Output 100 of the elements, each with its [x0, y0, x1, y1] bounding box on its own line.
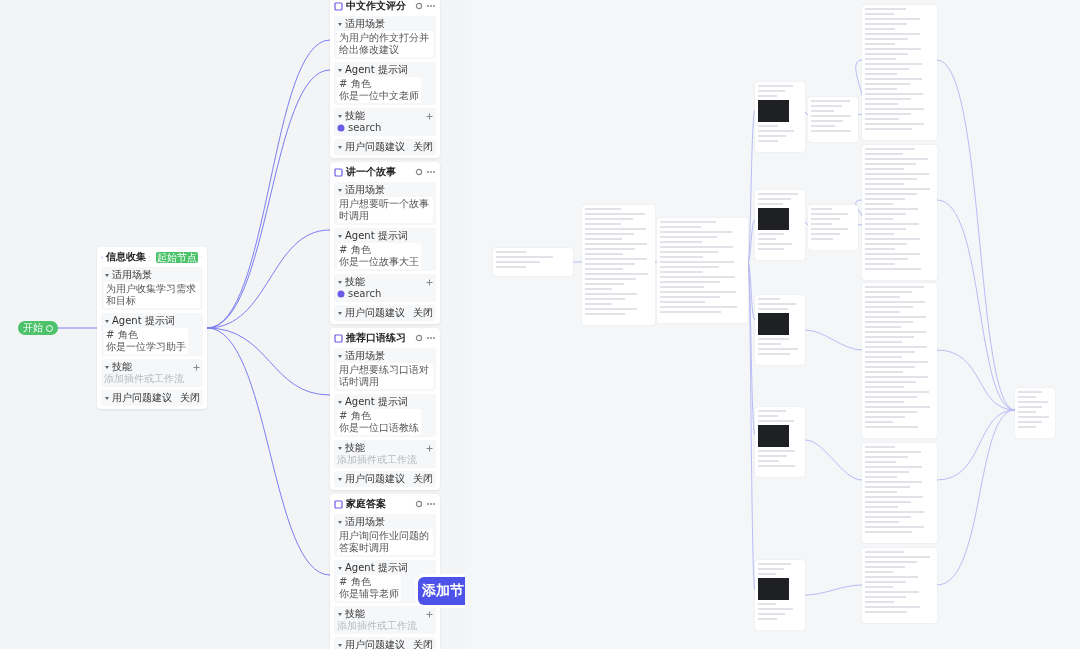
prompt-text: 你是一位故事大王	[339, 256, 419, 268]
node-thumbnail	[755, 295, 805, 365]
text-field[interactable]: 用户想要练习口语对话时调用	[337, 363, 433, 389]
text-field[interactable]: 用户想要听一个故事时调用	[337, 197, 433, 223]
settings-icon	[415, 2, 423, 10]
section-label: Agent 提示词	[345, 230, 408, 242]
section-label: Agent 提示词	[112, 315, 175, 327]
connector-line	[804, 111, 809, 116]
suggest-dropdown[interactable]: 关闭	[180, 392, 200, 404]
section-label: Agent 提示词	[345, 64, 408, 76]
node-title: 中文作文评分	[346, 0, 406, 12]
section-label: 技能	[345, 110, 365, 122]
caret-icon	[337, 233, 343, 239]
section-label: 用户问题建议	[345, 473, 405, 485]
node-title: 讲一个故事	[346, 166, 396, 178]
prompt-heading: # 角色	[339, 244, 372, 256]
text-field[interactable]: # 角色 你是一位故事大王	[337, 243, 421, 269]
text-field[interactable]: 为用户收集学习需求和目标	[104, 282, 200, 308]
settings-icon	[415, 168, 423, 176]
prompt-heading: # 角色	[106, 329, 139, 341]
more-icon	[426, 502, 436, 506]
add-node-button[interactable]: 添加节	[418, 577, 465, 605]
text-field[interactable]: # 角色 你是辅导老师	[337, 575, 401, 601]
suggest-dropdown[interactable]: 关闭	[413, 473, 433, 485]
section-label: Agent 提示词	[345, 396, 408, 408]
more-icon	[426, 170, 436, 174]
node-thumbnail	[755, 190, 805, 260]
node-title: 信息收集	[105, 251, 146, 263]
prompt-heading: # 角色	[339, 410, 372, 422]
caret-icon	[337, 476, 343, 482]
add-icon	[426, 278, 433, 286]
suggest-dropdown[interactable]: 关闭	[413, 307, 433, 319]
add-icon	[426, 444, 433, 452]
suggest-dropdown[interactable]: 关闭	[413, 141, 433, 153]
text-field[interactable]: # 角色 你是一位口语教练	[337, 409, 421, 435]
plugin-icon	[337, 290, 345, 298]
text-field[interactable]: # 角色 你是一位中文老师	[337, 77, 421, 103]
caret-icon	[337, 642, 343, 648]
settings-icon	[415, 334, 423, 342]
connector-line	[804, 221, 809, 226]
agent-icon	[334, 333, 343, 343]
flag-icon	[46, 324, 53, 332]
agent-node[interactable]: 中文作文评分 适用场景 为用户的作文打分并给出修改建议 Agent 提示词 # 角色 你是一位中文老师 技能 search 用户问题建议 关闭	[330, 0, 440, 158]
caret-icon	[337, 519, 343, 525]
caret-icon	[104, 272, 110, 278]
node-thumbnail	[808, 205, 858, 250]
agent-icon	[334, 167, 343, 177]
section-label: 适用场景	[112, 269, 152, 281]
caret-icon	[337, 187, 343, 193]
section-label: 技能	[345, 276, 365, 288]
caret-icon	[337, 399, 343, 405]
agent-icon	[334, 1, 343, 11]
section-label: 适用场景	[345, 350, 385, 362]
text-field[interactable]: 为用户的作文打分并给出修改建议	[337, 31, 433, 57]
section-label: 技能	[345, 442, 365, 454]
node-thumbnail	[1015, 388, 1055, 438]
caret-icon	[337, 113, 343, 119]
more-icon	[426, 4, 436, 8]
node-title: 推荐口语练习	[346, 332, 406, 344]
agent-icon	[334, 499, 343, 509]
add-icon	[426, 610, 433, 618]
skill-name[interactable]: search	[348, 122, 382, 134]
section-label: 适用场景	[345, 18, 385, 30]
caret-icon	[104, 395, 110, 401]
caret-icon	[337, 353, 343, 359]
settings-icon	[415, 500, 423, 508]
caret-icon	[104, 318, 110, 324]
plugin-icon	[337, 124, 345, 132]
prompt-heading: # 角色	[339, 576, 372, 588]
text-field[interactable]: # 角色 你是一位学习助手	[104, 328, 188, 354]
caret-icon	[337, 445, 343, 451]
caret-icon	[337, 21, 343, 27]
connector-line	[804, 584, 863, 596]
agent-node[interactable]: 讲一个故事 适用场景 用户想要听一个故事时调用 Agent 提示词 # 角色 你是一位故事大王 技能 search 用户问题建议 关闭	[330, 162, 440, 324]
node-title: 家庭答案	[346, 498, 386, 510]
prompt-text: 你是一位学习助手	[106, 341, 186, 353]
prompt-text: 你是辅导老师	[339, 588, 399, 600]
prompt-heading: # 角色	[339, 78, 372, 90]
caret-icon	[337, 279, 343, 285]
skill-name[interactable]: search	[348, 288, 382, 300]
section-label: 适用场景	[345, 184, 385, 196]
add-icon	[426, 112, 433, 120]
node-thumbnail	[808, 97, 858, 142]
caret-icon	[337, 310, 343, 316]
caret-icon	[104, 364, 110, 370]
caret-icon	[337, 611, 343, 617]
section-label: 适用场景	[345, 516, 385, 528]
section-label: 技能	[112, 361, 132, 373]
caret-icon	[337, 67, 343, 73]
start-tag: 起始节点	[156, 251, 198, 263]
caret-icon	[337, 144, 343, 150]
section-label: Agent 提示词	[345, 562, 408, 574]
section-label: 用户问题建议	[112, 392, 172, 404]
more-icon	[426, 336, 436, 340]
text-field[interactable]: 用户询问作业问题的答案时调用	[337, 529, 433, 555]
suggest-dropdown[interactable]: 关闭	[413, 639, 433, 649]
section-label: 用户问题建议	[345, 141, 405, 153]
node-thumbnail	[755, 560, 805, 630]
prompt-text: 你是一位中文老师	[339, 90, 419, 102]
section-label: 用户问题建议	[345, 639, 405, 649]
